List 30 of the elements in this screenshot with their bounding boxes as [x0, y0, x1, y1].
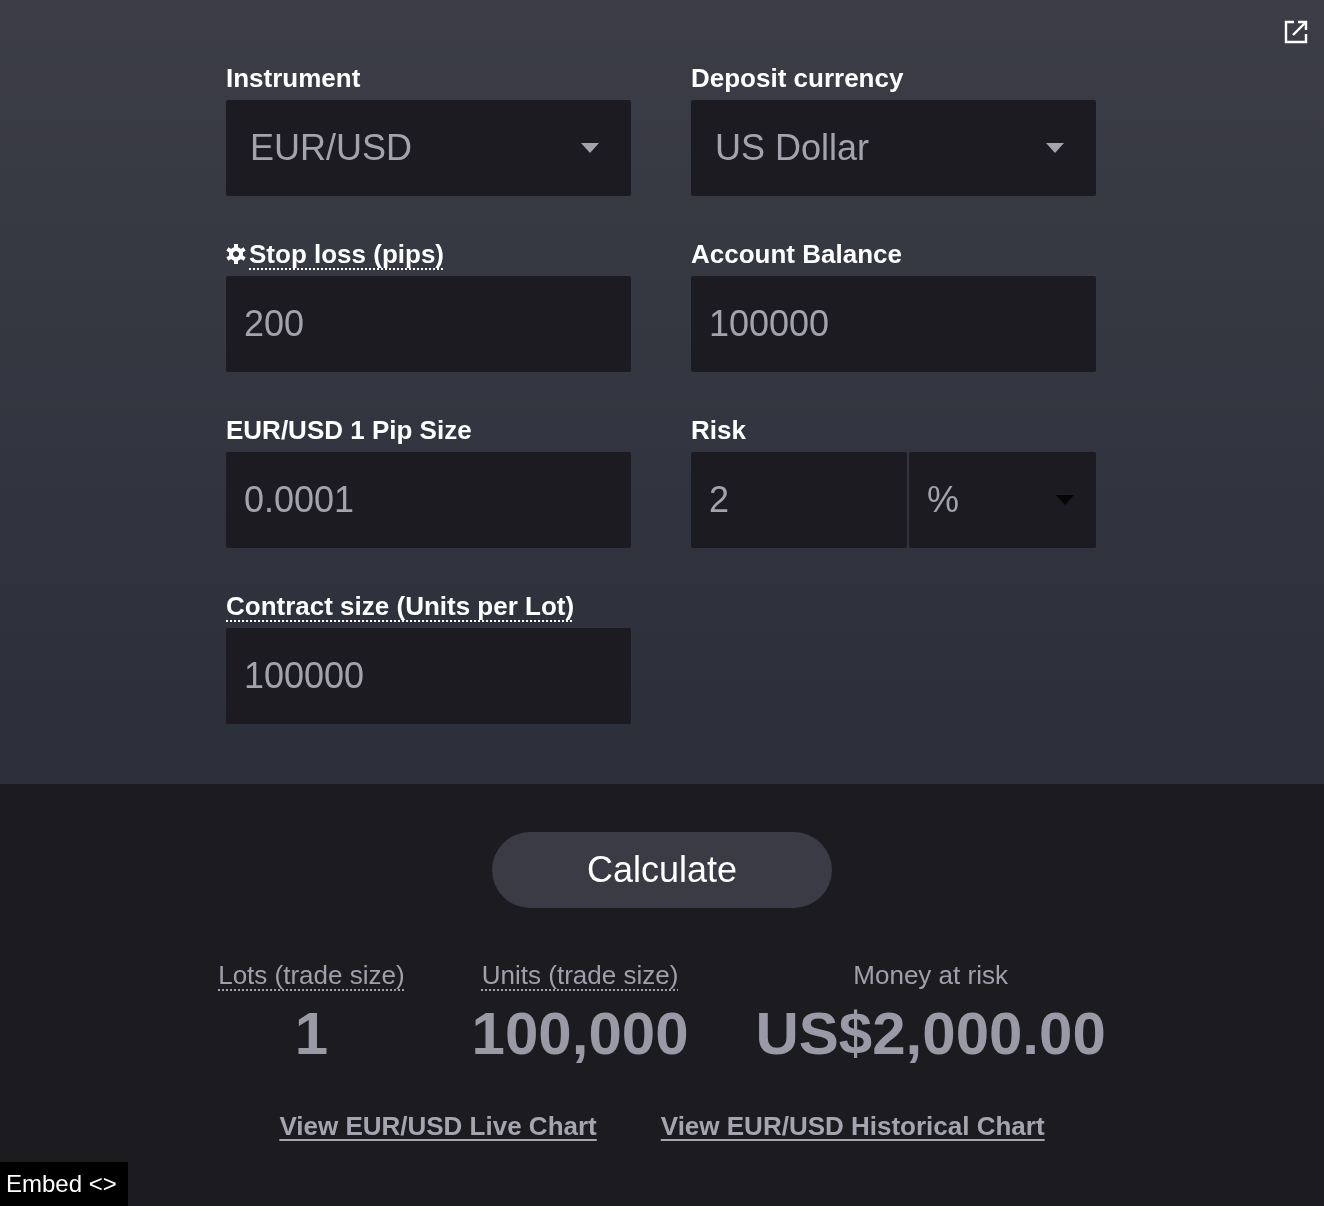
caret-icon — [1046, 143, 1064, 153]
field-label: Deposit currency — [691, 62, 904, 94]
field-label: Instrument — [226, 62, 361, 94]
dropdown-field[interactable]: US Dollar — [691, 100, 1096, 196]
external-link-icon[interactable] — [1284, 20, 1308, 44]
result-value: 100,000 — [471, 1002, 689, 1066]
result-label: Lots (trade size) — [218, 960, 405, 990]
field-label: Risk — [691, 414, 746, 446]
result-value: US$2,000.00 — [755, 1002, 1106, 1066]
result-label: Money at risk — [853, 960, 1008, 990]
caret-icon — [581, 143, 599, 153]
field-label: Contract size (Units per Lot) — [226, 590, 575, 622]
input-field[interactable]: 0.0001 — [226, 452, 631, 548]
input-field[interactable]: 2 — [691, 452, 907, 548]
unit-dropdown[interactable]: % — [909, 452, 1096, 548]
input-field[interactable]: 100000 — [226, 628, 631, 724]
result-value: 1 — [294, 1002, 329, 1066]
chart-link[interactable]: View EUR/USD Historical Chart — [660, 1110, 1045, 1142]
input-field[interactable]: 200 — [226, 276, 631, 372]
field-label: Account Balance — [691, 238, 902, 270]
result-label: Units (trade size) — [481, 960, 679, 990]
chart-link[interactable]: View EUR/USD Live Chart — [279, 1110, 597, 1142]
gear-icon[interactable] — [226, 244, 246, 264]
calculate-button[interactable]: Calculate — [492, 832, 832, 908]
caret-icon — [1056, 495, 1074, 505]
input-field[interactable]: 100000 — [691, 276, 1096, 372]
field-label: Stop loss (pips) — [249, 238, 444, 270]
dropdown-field[interactable]: EUR/USD — [226, 100, 631, 196]
embed-button[interactable]: Embed <> — [0, 1162, 128, 1206]
field-label: EUR/USD 1 Pip Size — [226, 414, 472, 446]
